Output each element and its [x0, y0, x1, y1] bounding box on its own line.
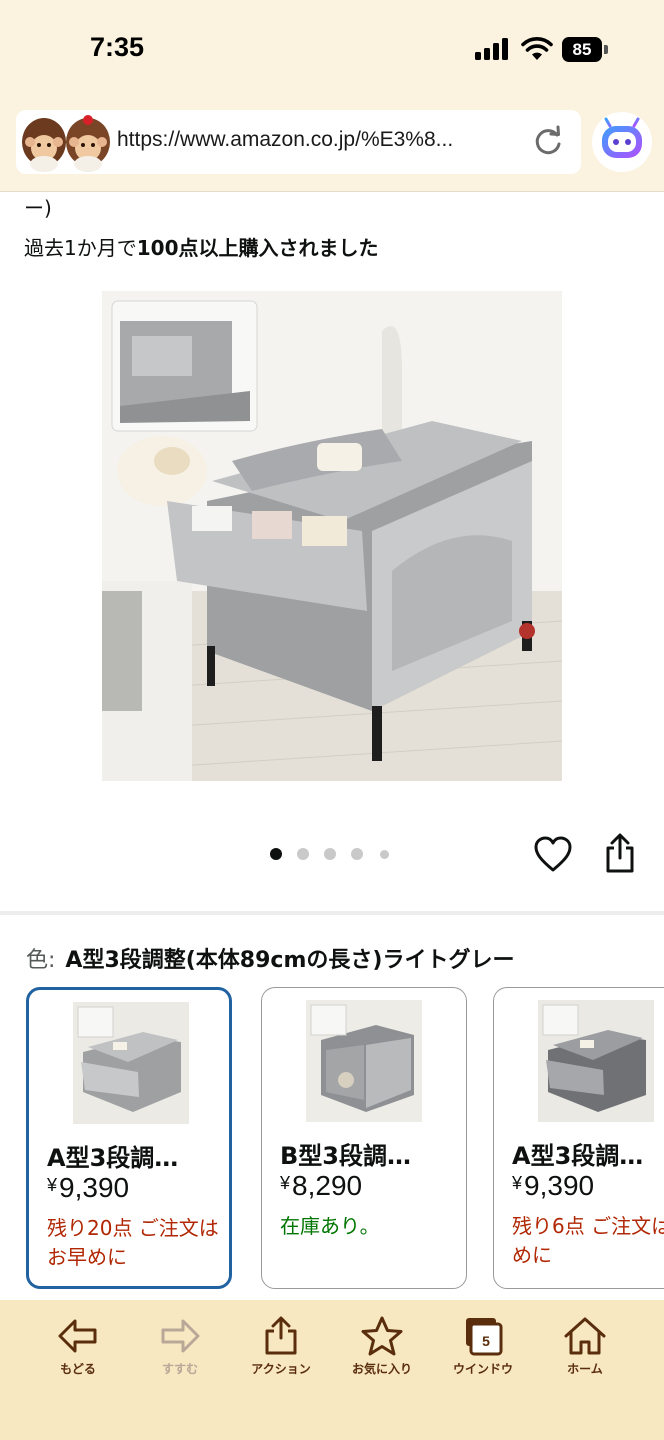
carousel-dot[interactable]: [351, 848, 363, 860]
variant-thumbnail: [306, 1000, 422, 1122]
forward-label: すすむ: [161, 1362, 198, 1376]
variant-stock: 残り20点 ご注文はお早めに: [47, 1216, 219, 1269]
variant-price: ¥8,290: [280, 1170, 363, 1201]
battery-level: 85: [562, 37, 602, 62]
status-time: 7:35: [90, 32, 145, 62]
share-icon[interactable]: [603, 832, 637, 874]
variant-title: B型3段調…: [280, 1142, 411, 1170]
favorites-button[interactable]: お気に入り: [337, 1316, 427, 1386]
purchase-count-text: 過去1か月で100点以上購入されました: [24, 232, 378, 261]
variant-stock: 残り6点 ご注文はお早めに: [512, 1214, 664, 1267]
carousel-dot[interactable]: [380, 850, 389, 859]
variant-price: ¥9,390: [47, 1172, 130, 1203]
carousel-dot[interactable]: [324, 848, 336, 860]
carousel-dot-active[interactable]: [270, 848, 282, 860]
heart-icon[interactable]: [533, 835, 573, 873]
wifi-icon: [521, 37, 553, 60]
star-icon: [361, 1316, 403, 1356]
cellular-signal-icon: [475, 38, 511, 60]
color-selection: 色: A型3段調整(本体89cmの長さ)ライトグレー: [26, 942, 514, 974]
action-label: アクション: [251, 1362, 311, 1376]
home-button[interactable]: ホーム: [540, 1316, 630, 1386]
home-icon: [564, 1317, 606, 1355]
cut-off-text: ー): [24, 196, 52, 220]
action-button[interactable]: アクション: [236, 1316, 326, 1386]
variant-thumbnail: [73, 1002, 189, 1124]
variant-card-3[interactable]: A型3段調… ¥9,390 残り6点 ご注文はお早めに: [493, 987, 664, 1289]
purchase-count: 100点以上購入されました: [136, 236, 379, 260]
url-text[interactable]: https://www.amazon.co.jp/%E3%8...: [117, 128, 453, 152]
section-divider: [0, 911, 664, 915]
window-count: 5: [482, 1333, 490, 1349]
back-arrow-icon: [58, 1319, 97, 1353]
url-field[interactable]: https://www.amazon.co.jp/%E3%8...: [16, 110, 581, 174]
page-content: ー) 過去1か月で100点以上購入されました 色: A型3段調整(本体89cmの…: [0, 192, 664, 1300]
forward-arrow-icon: [161, 1319, 200, 1353]
forward-button[interactable]: すすむ: [135, 1316, 225, 1386]
color-value: A型3段調整(本体89cmの長さ)ライトグレー: [65, 948, 515, 973]
browser-toolbar: もどる すすむ アクション お気に入り 5 ウインドウ ホーム: [0, 1300, 664, 1440]
action-share-icon: [265, 1316, 297, 1355]
battery-icon: 85: [562, 37, 608, 62]
variant-title: A型3段調…: [47, 1144, 179, 1172]
product-image[interactable]: [102, 291, 562, 781]
windows-label: ウインドウ: [452, 1362, 513, 1376]
variant-title: A型3段調…: [512, 1142, 644, 1170]
back-label: もどる: [60, 1362, 96, 1376]
reload-icon[interactable]: [531, 125, 565, 159]
carousel-dot[interactable]: [297, 848, 309, 860]
monchhichi-avatar-icon[interactable]: [18, 112, 114, 174]
purchase-prefix: 過去1か月で: [24, 236, 137, 260]
assistant-icon[interactable]: [592, 112, 652, 172]
variant-thumbnail: [538, 1000, 654, 1122]
windows-button[interactable]: 5 ウインドウ: [438, 1316, 528, 1386]
windows-icon: 5: [466, 1318, 503, 1356]
browser-bar: https://www.amazon.co.jp/%E3%8...: [0, 100, 664, 192]
status-bar: 7:35 85: [0, 0, 664, 100]
back-button[interactable]: もどる: [33, 1316, 123, 1386]
variant-stock: 在庫あり。: [280, 1214, 380, 1238]
variant-price: ¥9,390: [512, 1170, 595, 1201]
variant-card-2[interactable]: B型3段調… ¥8,290 在庫あり。: [261, 987, 467, 1289]
color-label: 色:: [26, 948, 56, 973]
variant-card-1[interactable]: A型3段調… ¥9,390 残り20点 ご注文はお早めに: [26, 987, 232, 1289]
favorites-label: お気に入り: [351, 1362, 412, 1376]
home-label: ホーム: [567, 1362, 603, 1376]
